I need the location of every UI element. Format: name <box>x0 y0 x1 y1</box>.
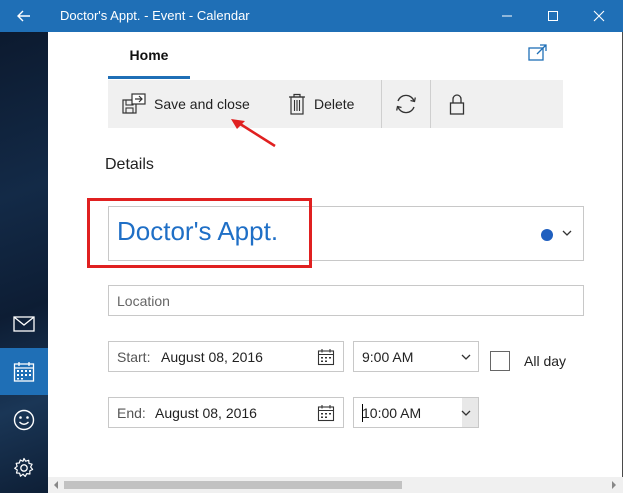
maximize-icon <box>548 11 558 21</box>
tab-selected-indicator <box>108 76 190 79</box>
smiley-icon <box>13 409 35 430</box>
repeat-icon <box>396 94 416 114</box>
private-button[interactable] <box>442 80 472 128</box>
scroll-left-icon[interactable] <box>52 481 60 489</box>
chevron-down-icon <box>461 410 471 416</box>
close-icon <box>593 10 605 22</box>
chevron-down-icon[interactable] <box>561 227 573 239</box>
title-bar: Doctor's Appt. - Event - Calendar <box>0 0 623 32</box>
lock-icon <box>449 94 465 115</box>
window-title: Doctor's Appt. - Event - Calendar <box>60 8 250 23</box>
gear-icon <box>14 457 34 477</box>
minimize-button[interactable] <box>484 0 530 32</box>
start-label: Start: <box>117 349 151 365</box>
trash-icon <box>289 93 305 115</box>
location-field[interactable]: Location <box>108 285 584 316</box>
start-time-select[interactable]: 9:00 AM <box>353 341 479 372</box>
start-date-value: August 08, 2016 <box>161 349 263 365</box>
rail-item-calendar[interactable] <box>0 348 48 395</box>
calendar-icon[interactable] <box>317 348 335 366</box>
chevron-down-icon <box>461 354 471 360</box>
command-toolbar: Save and close Delete <box>108 80 563 128</box>
annotation-arrow <box>231 119 276 148</box>
end-label: End: <box>117 405 146 421</box>
calendar-color-dot[interactable] <box>541 229 553 241</box>
scroll-right-icon[interactable] <box>610 481 618 489</box>
start-time-value: 9:00 AM <box>362 349 414 365</box>
back-arrow-icon <box>17 10 30 22</box>
horizontal-scrollbar[interactable] <box>48 477 623 493</box>
event-editor: Home Save and close Delete Details Docto… <box>48 32 623 493</box>
toolbar-divider <box>381 80 382 128</box>
rail-item-feedback[interactable] <box>0 396 48 443</box>
calendar-icon <box>13 361 35 382</box>
toolbar-divider <box>430 80 431 128</box>
all-day-checkbox[interactable] <box>490 351 510 371</box>
popout-button[interactable] <box>528 44 548 62</box>
details-heading: Details <box>105 156 154 173</box>
delete-label: Delete <box>314 96 355 112</box>
tab-home-label: Home <box>129 47 169 63</box>
minimize-icon <box>502 15 512 17</box>
delete-button[interactable]: Delete <box>288 80 378 128</box>
location-placeholder: Location <box>117 293 170 309</box>
end-date-picker[interactable]: End: August 08, 2016 <box>108 397 344 428</box>
end-time-value: 10:00 AM <box>362 405 422 421</box>
popout-icon <box>528 44 547 61</box>
maximize-button[interactable] <box>530 0 576 32</box>
rail-item-mail[interactable] <box>0 300 48 347</box>
end-date-value: August 08, 2016 <box>155 405 257 421</box>
annotation-highlight-box <box>87 198 312 268</box>
calendar-icon[interactable] <box>317 404 335 422</box>
rail-item-settings[interactable] <box>0 444 48 491</box>
all-day-label: All day <box>524 353 567 369</box>
close-button[interactable] <box>576 0 622 32</box>
back-button[interactable] <box>0 0 48 32</box>
tab-home[interactable]: Home <box>108 44 190 80</box>
scrollbar-thumb[interactable] <box>64 481 402 489</box>
save-and-close-label: Save and close <box>154 96 250 112</box>
mail-icon <box>13 315 35 332</box>
save-icon <box>122 93 146 114</box>
end-time-select[interactable]: 10:00 AM <box>353 397 479 428</box>
navigation-rail <box>0 32 48 493</box>
repeat-button[interactable] <box>391 80 421 128</box>
start-date-picker[interactable]: Start: August 08, 2016 <box>108 341 344 372</box>
